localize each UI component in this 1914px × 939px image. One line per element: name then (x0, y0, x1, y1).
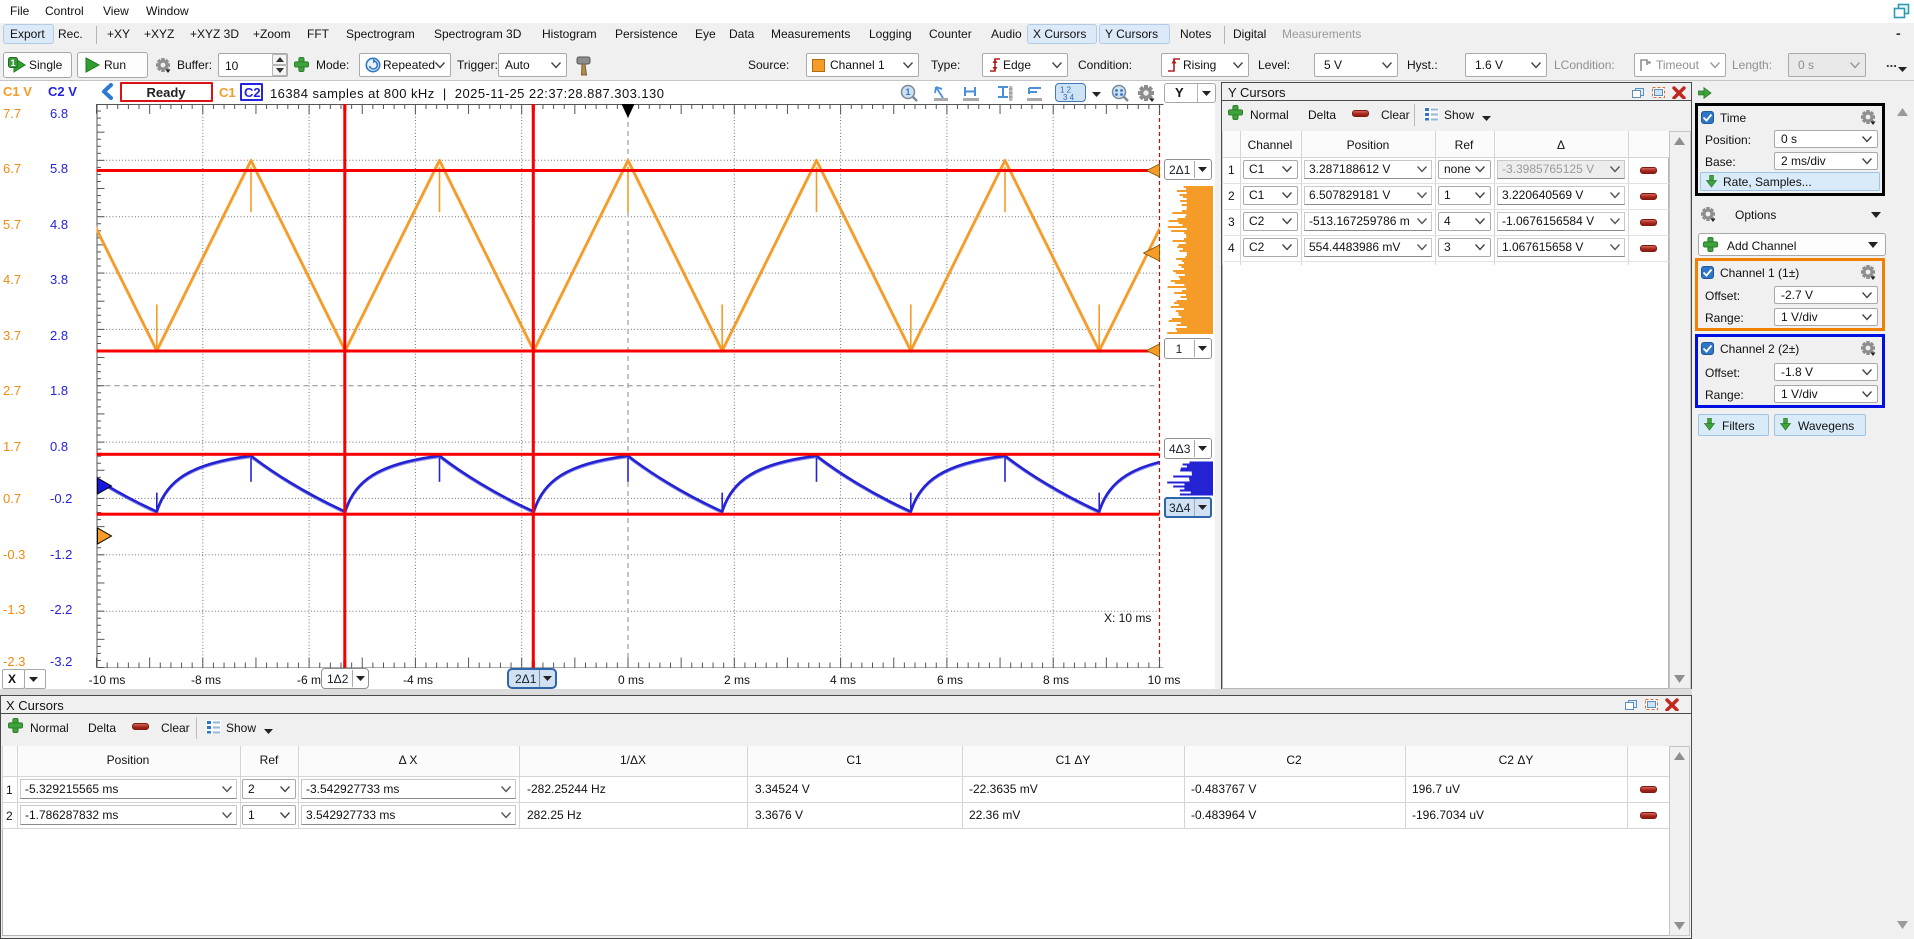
svg-text:1: 1 (10, 58, 15, 68)
svg-text:1: 1 (905, 87, 910, 97)
svg-text:3 4: 3 4 (1063, 93, 1075, 100)
